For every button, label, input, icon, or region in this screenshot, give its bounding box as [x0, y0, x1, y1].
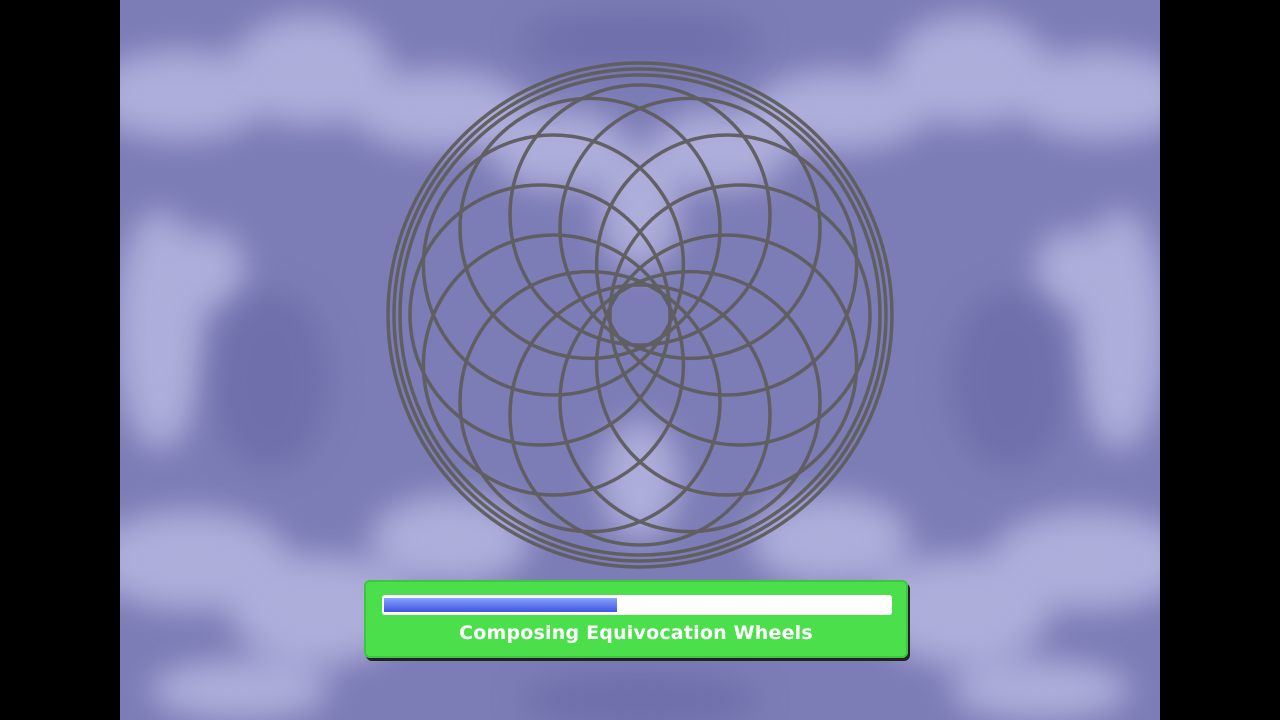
loading-status-label: Composing Equivocation Wheels	[459, 622, 813, 644]
letterbox-right	[1160, 0, 1280, 720]
progress-track	[382, 595, 892, 615]
letterbox-left	[0, 0, 120, 720]
loading-panel: Composing Equivocation Wheels	[364, 580, 908, 658]
progress-fill	[384, 598, 617, 612]
